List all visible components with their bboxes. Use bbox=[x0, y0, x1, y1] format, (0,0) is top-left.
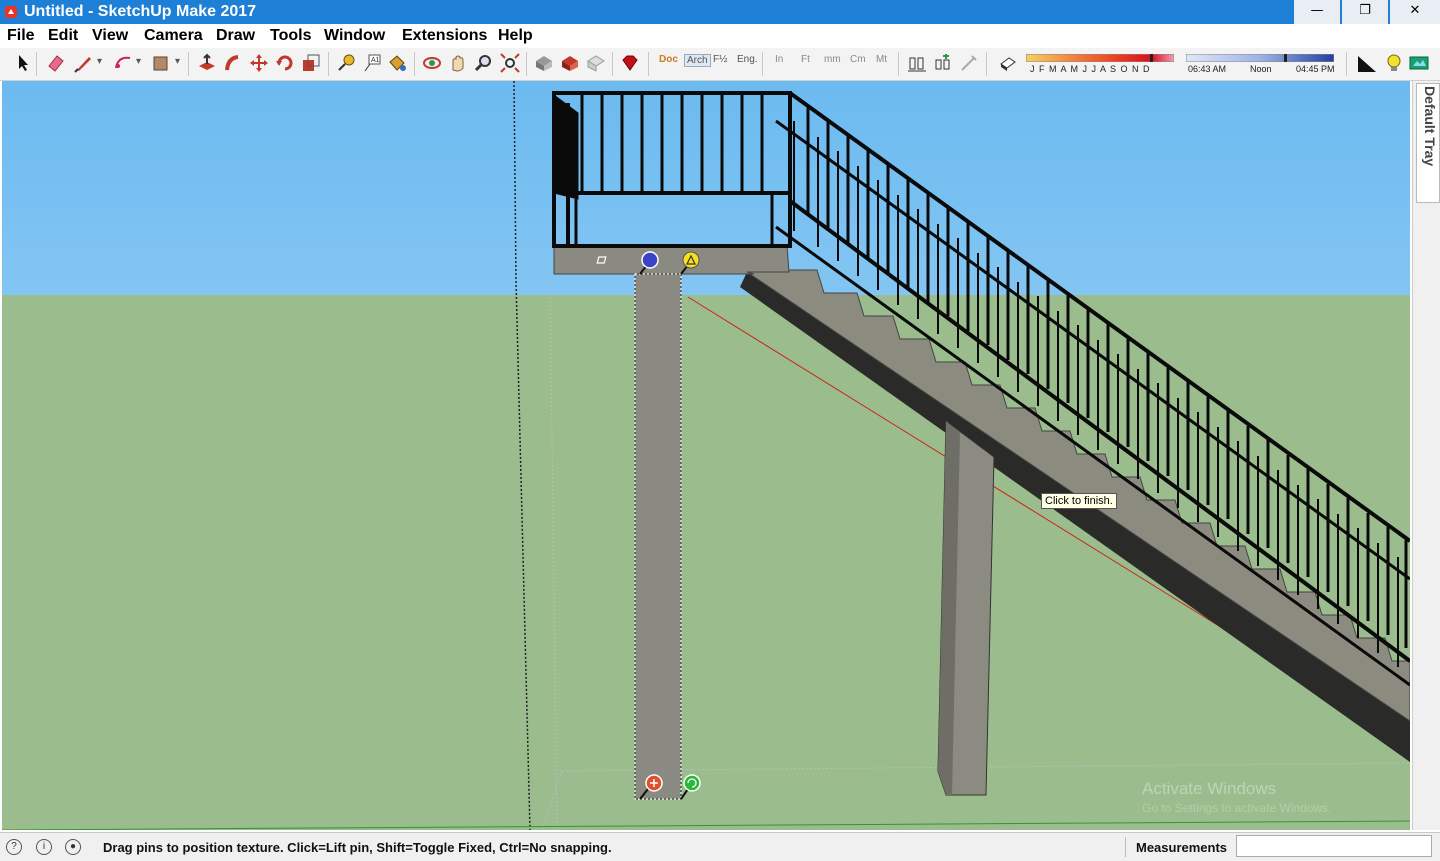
units-eng-button[interactable]: Eng. bbox=[737, 54, 758, 65]
zoom-extents-icon[interactable] bbox=[499, 52, 521, 74]
dropdown-arrow-icon[interactable]: ▾ bbox=[175, 56, 180, 67]
dropdown-arrow-icon[interactable]: ▾ bbox=[97, 56, 102, 67]
units-fractional-button[interactable]: F½ bbox=[713, 54, 727, 65]
title-bar: Untitled - SketchUp Make 2017 — ❐ ✕ bbox=[0, 0, 1440, 24]
toolbar-separator bbox=[1346, 52, 1347, 76]
sketchup-logo-icon bbox=[5, 6, 17, 18]
default-tray-tab[interactable]: Default Tray bbox=[1416, 83, 1440, 203]
layout-icon[interactable] bbox=[585, 52, 607, 74]
dimension-add-icon[interactable] bbox=[932, 52, 954, 74]
scenes-icon[interactable] bbox=[1408, 52, 1430, 74]
dropdown-arrow-icon[interactable]: ▾ bbox=[136, 56, 141, 67]
menu-tools[interactable]: Tools bbox=[270, 27, 311, 45]
text-icon[interactable]: A1 bbox=[361, 52, 383, 74]
toolbar-separator bbox=[986, 52, 987, 76]
menu-camera[interactable]: Camera bbox=[144, 27, 203, 45]
landing-railing bbox=[552, 91, 792, 248]
units-cm-button[interactable]: Cm bbox=[850, 54, 866, 65]
month-labels: J F M A M J J A S O N D bbox=[1030, 64, 1151, 74]
extension-warehouse-icon[interactable] bbox=[559, 52, 581, 74]
section-plane-icon[interactable] bbox=[1356, 52, 1378, 74]
blue-axis-line bbox=[513, 81, 531, 830]
time-end-label: 04:45 PM bbox=[1296, 64, 1335, 74]
toolbar-separator bbox=[762, 52, 763, 76]
texture-pin-green-icon[interactable] bbox=[680, 774, 701, 800]
arc-icon[interactable] bbox=[112, 52, 134, 74]
toolbar-separator bbox=[36, 52, 37, 76]
units-in-button[interactable]: In bbox=[775, 54, 783, 65]
shadows-toggle-icon[interactable] bbox=[997, 52, 1019, 74]
scale-icon[interactable] bbox=[300, 52, 322, 74]
move-icon[interactable] bbox=[248, 52, 270, 74]
status-message: Drag pins to position texture. Click=Lif… bbox=[103, 840, 612, 855]
rotate-icon[interactable] bbox=[274, 52, 296, 74]
toolbar-separator bbox=[898, 52, 899, 76]
menu-view[interactable]: View bbox=[92, 27, 128, 45]
units-doc-button[interactable]: Doc bbox=[659, 54, 678, 65]
landing-slab bbox=[553, 245, 790, 275]
modeling-viewport[interactable]: Click to finish. Activate Windows Go to … bbox=[2, 81, 1410, 830]
orbit-icon[interactable] bbox=[421, 52, 443, 74]
bounding-box-guide bbox=[549, 280, 558, 830]
toolbar-separator bbox=[328, 52, 329, 76]
default-tray: Default Tray bbox=[1412, 81, 1440, 830]
month-slider[interactable] bbox=[1026, 54, 1174, 62]
geo-location-icon[interactable]: ? bbox=[6, 839, 22, 855]
menu-draw[interactable]: Draw bbox=[216, 27, 255, 45]
staircase-model[interactable] bbox=[2, 81, 1410, 830]
tape-measure-icon[interactable] bbox=[335, 52, 357, 74]
time-slider[interactable] bbox=[1186, 54, 1334, 62]
window-title: Untitled - SketchUp Make 2017 bbox=[24, 3, 257, 20]
menu-extensions[interactable]: Extensions bbox=[402, 27, 487, 45]
activate-windows-subtext: Go to Settings to activate Windows. bbox=[1142, 801, 1332, 815]
toolbar-separator bbox=[526, 52, 527, 76]
credits-icon[interactable]: i bbox=[36, 839, 52, 855]
restore-button[interactable]: ❐ bbox=[1342, 0, 1388, 24]
push-pull-icon[interactable] bbox=[196, 52, 218, 74]
select-icon[interactable] bbox=[12, 52, 34, 74]
ruby-icon[interactable] bbox=[619, 52, 641, 74]
line-icon[interactable] bbox=[73, 52, 95, 74]
units-arch-button[interactable]: Arch bbox=[684, 54, 711, 67]
tooltip: Click to finish. bbox=[1041, 493, 1117, 509]
rectangle-icon[interactable] bbox=[150, 52, 172, 74]
units-mm-button[interactable]: mm bbox=[824, 54, 841, 65]
menu-help[interactable]: Help bbox=[498, 27, 533, 45]
toolbar: ▾ ▾ ▾ A1 Doc Arch F½ Eng. In Ft mm Cm Mt… bbox=[0, 48, 1440, 81]
user-account-icon[interactable]: ● bbox=[65, 839, 81, 855]
status-separator bbox=[1125, 837, 1126, 857]
dimension-tool-icon[interactable] bbox=[906, 52, 928, 74]
toolbar-separator bbox=[612, 52, 613, 76]
units-ft-button[interactable]: Ft bbox=[801, 54, 810, 65]
bounding-box-guide bbox=[541, 770, 563, 830]
measurements-label: Measurements bbox=[1136, 840, 1228, 855]
toolbar-separator bbox=[648, 52, 649, 76]
zoom-icon[interactable] bbox=[473, 52, 495, 74]
time-noon-label: Noon bbox=[1250, 64, 1272, 74]
menu-bar: File Edit View Camera Draw Tools Window … bbox=[0, 24, 1440, 48]
time-start-label: 06:43 AM bbox=[1188, 64, 1227, 74]
close-button[interactable]: ✕ bbox=[1390, 0, 1440, 24]
menu-edit[interactable]: Edit bbox=[48, 27, 78, 45]
minimize-button[interactable]: — bbox=[1294, 0, 1340, 24]
units-mt-button[interactable]: Mt bbox=[876, 54, 887, 65]
3d-warehouse-icon[interactable] bbox=[533, 52, 555, 74]
follow-me-icon[interactable] bbox=[222, 52, 244, 74]
measurements-input[interactable] bbox=[1236, 835, 1432, 857]
dimension-edit-icon[interactable] bbox=[958, 52, 980, 74]
pan-icon[interactable] bbox=[447, 52, 469, 74]
status-bar: ? i ● Drag pins to position texture. Cli… bbox=[0, 832, 1440, 861]
menu-window[interactable]: Window bbox=[324, 27, 385, 45]
green-axis-line bbox=[2, 820, 1410, 830]
activate-windows-watermark: Activate Windows bbox=[1142, 779, 1277, 798]
eraser-icon[interactable] bbox=[45, 52, 67, 74]
toolbar-separator bbox=[188, 52, 189, 76]
toolbar-separator bbox=[414, 52, 415, 76]
front-column[interactable] bbox=[634, 273, 682, 800]
menu-file[interactable]: File bbox=[7, 27, 35, 45]
lightbulb-icon[interactable] bbox=[1383, 52, 1405, 74]
paint-bucket-icon[interactable] bbox=[386, 52, 408, 74]
svg-text:A1: A1 bbox=[371, 57, 380, 64]
default-tray-label: Default Tray bbox=[1422, 86, 1438, 167]
